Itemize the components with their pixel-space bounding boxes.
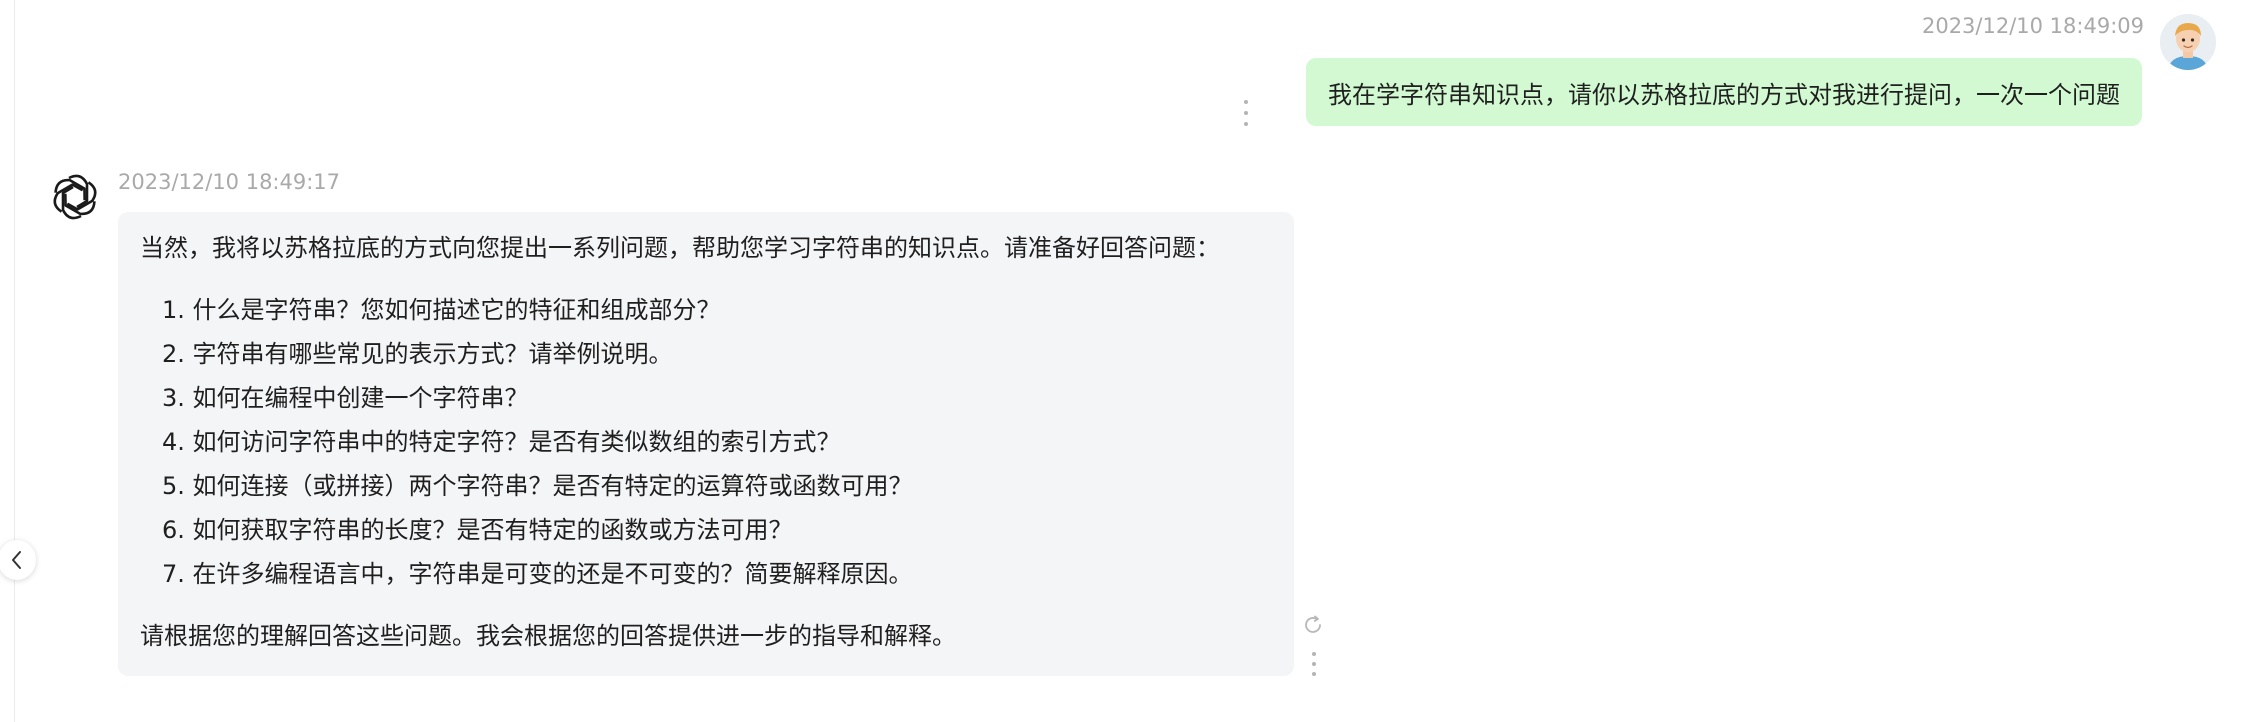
user-message-text: 我在学字符串知识点，请你以苏格拉底的方式对我进行提问，一次一个问题 [1328, 80, 2120, 109]
list-item: 6. 如何获取字符串的长度？是否有特定的函数或方法可用？ [162, 516, 793, 544]
list-item: 7. 在许多编程语言中，字符串是可变的还是不可变的？简要解释原因。 [162, 560, 913, 588]
list-item: 5. 如何连接（或拼接）两个字符串？是否有特定的运算符或函数可用？ [162, 472, 913, 500]
list-item: 4. 如何访问字符串中的特定字符？是否有类似数组的索引方式？ [162, 428, 841, 456]
sidebar-toggle-button[interactable] [0, 540, 36, 580]
question-list: 1. 什么是字符串？您如何描述它的特征和组成部分？ 2. 字符串有哪些常见的表示… [140, 288, 1272, 596]
user-message-timestamp: 2023/12/10 18:49:09 [1921, 14, 2144, 38]
assistant-outro-text: 请根据您的理解回答这些问题。我会根据您的回答提供进一步的指导和解释。 [140, 622, 956, 650]
refresh-icon[interactable] [1302, 614, 1324, 636]
assistant-intro-text: 当然，我将以苏格拉底的方式向您提出一系列问题，帮助您学习字符串的知识点。请准备好… [140, 234, 1220, 262]
assistant-message-more-icon[interactable] [1306, 652, 1322, 676]
list-item: 3. 如何在编程中创建一个字符串？ [162, 384, 529, 412]
list-item: 1. 什么是字符串？您如何描述它的特征和组成部分？ [162, 296, 721, 324]
assistant-message-bubble: 当然，我将以苏格拉底的方式向您提出一系列问题，帮助您学习字符串的知识点。请准备好… [118, 212, 1294, 676]
assistant-message-timestamp: 2023/12/10 18:49:17 [118, 170, 341, 194]
chat-window: 2023/12/10 18:49:09 我在学字符串知识点，请你以苏格拉底的方式… [0, 0, 2248, 722]
openai-logo-icon [48, 170, 102, 224]
sidebar-rail [0, 0, 15, 722]
user-message-more-icon[interactable] [1238, 100, 1254, 126]
user-avatar-icon [2160, 14, 2216, 70]
user-message-bubble: 我在学字符串知识点，请你以苏格拉底的方式对我进行提问，一次一个问题 [1306, 58, 2142, 126]
chevron-left-icon [12, 551, 21, 569]
list-item: 2. 字符串有哪些常见的表示方式？请举例说明。 [162, 340, 673, 368]
